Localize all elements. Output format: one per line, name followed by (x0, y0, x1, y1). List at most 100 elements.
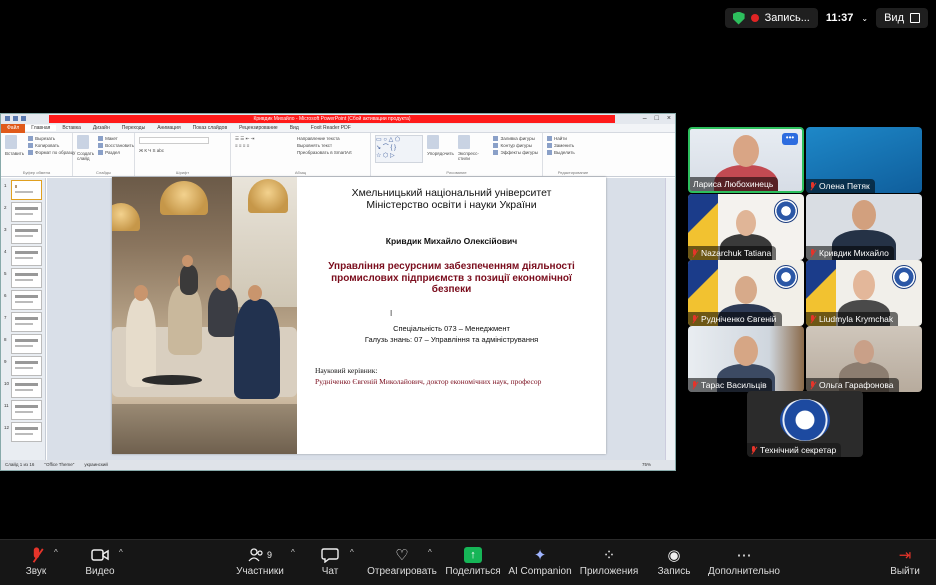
slide-thumbnail[interactable]: 3 (4, 224, 42, 244)
slide-thumbnail[interactable]: 4 (4, 246, 42, 266)
font-style-buttons[interactable]: Ж К Ч S abc (139, 147, 226, 154)
participant-tile[interactable]: Ольга Гарафонова (806, 326, 922, 392)
participant-tile[interactable]: Кривдик Михайло (806, 194, 922, 260)
tab-file[interactable]: Файл (1, 123, 26, 133)
tab-insert[interactable]: Вставка (56, 125, 87, 131)
audio-button[interactable]: Звук (20, 544, 52, 584)
new-slide-button[interactable]: Создать слайд (77, 135, 94, 174)
record-button[interactable]: ◉ Запись (656, 544, 692, 584)
participant-face (854, 340, 874, 364)
participant-name-row: Олена Петяк (806, 179, 875, 193)
layout-icon (98, 136, 104, 142)
chat-button[interactable]: Чат (318, 544, 342, 584)
tab-slideshow[interactable]: Показ слайдов (187, 125, 233, 131)
slide-thumbnail[interactable]: 8 (4, 334, 42, 354)
ai-companion-button[interactable]: ✦ AI Companion (508, 544, 571, 584)
maximize-icon[interactable]: □ (655, 114, 659, 124)
view-button[interactable]: Вид (876, 8, 928, 28)
replace-button[interactable]: Заменить (547, 142, 599, 149)
minimize-icon[interactable]: – (643, 114, 647, 124)
copy-button[interactable]: Копировать (28, 142, 75, 149)
select-button[interactable]: Выделить (547, 149, 599, 156)
align-text-button[interactable]: Выровнять текст (297, 142, 352, 149)
slide-thumbnail[interactable]: 5 (4, 268, 42, 288)
smartart-button[interactable]: Преобразовать в SmartArt (297, 149, 352, 156)
slide-thumbnails-pane[interactable]: 1 2 3 4 5 6 7 8 9 10 11 12 (1, 178, 46, 462)
list-buttons[interactable]: ☰ ☰ ⇤ ⇥ (235, 135, 291, 142)
slide-thumbnail[interactable]: 7 (4, 312, 42, 332)
slide-thumbnail[interactable]: 2 (4, 202, 42, 222)
participant-tile[interactable]: Liudmyla Krymchak (806, 260, 922, 326)
video-button[interactable]: Видео (84, 544, 116, 584)
react-button[interactable]: ♡ Отреагировать (367, 544, 437, 584)
slide-thumbnail[interactable]: 10 (4, 378, 42, 398)
participant-tile[interactable]: Рудніченко Євгеній (688, 260, 804, 326)
more-button[interactable]: ⋯ Дополнительно (708, 544, 780, 584)
apps-button[interactable]: ⁘ Приложения (580, 544, 639, 584)
layout-button[interactable]: Макет (98, 135, 134, 142)
participants-button[interactable]: 9 Участники (236, 544, 284, 584)
cut-button[interactable]: Вырезать (28, 135, 75, 142)
slide-thumbnail[interactable]: 11 (4, 400, 42, 420)
leave-icon: ⇥ (898, 547, 912, 564)
current-slide[interactable]: Хмельницький національний університет Мі… (112, 177, 606, 454)
paste-button[interactable]: Вставить (5, 135, 24, 174)
quick-access-toolbar[interactable] (5, 116, 26, 121)
shape-effects-button[interactable]: Эффекты фигуры (493, 149, 538, 156)
text-direction-button[interactable]: Направление текста (297, 135, 352, 142)
zoom-level[interactable]: 75% (642, 460, 675, 470)
participant-tile[interactable]: Олена Петяк (806, 127, 922, 193)
video-options-caret-icon[interactable]: ^ (119, 548, 123, 557)
shape-fill-button[interactable]: Заливка фигуры (493, 135, 538, 142)
leave-button[interactable]: ⇥ Выйти (889, 544, 921, 584)
tab-animation[interactable]: Анимация (151, 125, 186, 131)
shape-outline-button[interactable]: Контур фигуры (493, 142, 538, 149)
tab-transitions[interactable]: Переходы (116, 125, 151, 131)
vertical-scrollbar[interactable] (665, 178, 675, 462)
participants-caret-icon[interactable]: ^ (291, 548, 295, 557)
arrange-button[interactable]: Упорядочить (427, 135, 454, 174)
recording-indicator[interactable]: Запись... (724, 8, 818, 28)
save-icon[interactable] (5, 116, 10, 121)
mic-off-icon (691, 380, 698, 390)
react-caret-icon[interactable]: ^ (428, 548, 432, 557)
tab-home[interactable]: Главная (25, 125, 57, 131)
slide-thumbnail[interactable]: 1 (4, 180, 42, 200)
audio-options-caret-icon[interactable]: ^ (54, 548, 58, 557)
more-options-button[interactable]: ••• (782, 133, 798, 145)
ribbon-group-clipboard: Вставить Вырезать Копировать Формат по о… (1, 133, 75, 176)
slide-thumbnail[interactable]: 12 (4, 422, 42, 442)
find-button[interactable]: Найти (547, 135, 599, 142)
undo-icon[interactable] (13, 116, 18, 121)
tab-review[interactable]: Рецензирование (233, 125, 284, 131)
section-button[interactable]: Раздел (98, 149, 134, 156)
participant-tile[interactable]: Nazarchuk Tatiana (688, 194, 804, 260)
security-shield-icon[interactable] (732, 11, 745, 25)
tab-foxit[interactable]: Foxit Reader PDF (305, 125, 357, 131)
chat-caret-icon[interactable]: ^ (350, 548, 354, 557)
person-figure (126, 297, 156, 387)
quick-styles-button[interactable]: Экспресс-стили (457, 135, 490, 174)
styles-icon (457, 135, 470, 149)
tab-view[interactable]: Вид (284, 125, 305, 131)
participant-tile[interactable]: ••• Лариса Любохинець (688, 127, 804, 193)
mic-off-icon (691, 248, 698, 258)
chevron-down-icon[interactable]: ⌄ (861, 14, 868, 23)
recording-dot-icon (750, 14, 759, 22)
close-icon[interactable]: × (667, 114, 671, 124)
theme-name: "Office Theme" (44, 462, 75, 467)
tab-design[interactable]: Дизайн (87, 125, 116, 131)
participant-name-row: Liudmyla Krymchak (806, 312, 899, 326)
share-button[interactable]: ↑ Поделиться (445, 544, 501, 584)
shapes-gallery[interactable]: ▭ ○ △ ⬠ ↘ ⌒ { } ☆ ⬡ ▷ (375, 135, 424, 163)
heart-icon: ♡ (395, 547, 409, 564)
redo-icon[interactable] (21, 116, 26, 121)
font-selector[interactable] (139, 137, 209, 144)
participant-tile[interactable]: Технічний секретар (747, 391, 863, 457)
slide-thumbnail[interactable]: 9 (4, 356, 42, 376)
participant-tile[interactable]: Тарас Васильців (688, 326, 804, 392)
align-buttons[interactable]: ≡ ≡ ≡ ≡ (235, 142, 291, 149)
format-painter-button[interactable]: Формат по образцу (28, 149, 75, 156)
reset-button[interactable]: Восстановить (98, 142, 134, 149)
slide-thumbnail[interactable]: 6 (4, 290, 42, 310)
